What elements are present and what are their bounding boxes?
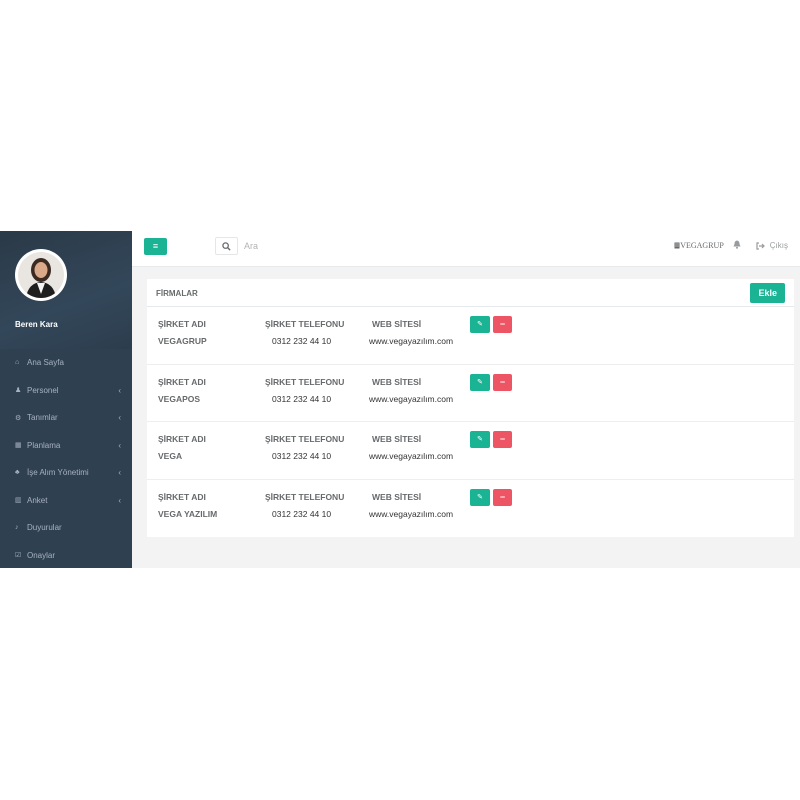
company-phone-label: ŞİRKET TELEFONU (265, 491, 345, 502)
company-name-value: VEGAPOS (158, 393, 201, 404)
table-row: ŞİRKET ADI ŞİRKET TELEFONU WEB SİTESİ VEGA … (147, 480, 794, 538)
company-web-value: www.vegayazılım.com (368, 336, 454, 346)
table-row: ŞİRKET ADI ŞİRKET TELEFONU WEB SİTESİ VEGAG… (147, 307, 794, 365)
minus-icon: − (499, 491, 506, 502)
delete-button[interactable]: − (493, 316, 512, 333)
company-web-value: www.vegayazılım.com (368, 508, 454, 519)
profile-header: Beren Kara (0, 231, 132, 349)
sidebar: Beren Kara ⌂ Ana Sayfa ♟ Personel ‹ ⚙ Tanımlar… (0, 231, 132, 568)
search-button[interactable] (215, 237, 238, 255)
company-name-value: VEGA YAZILIM (158, 508, 218, 519)
edit-button[interactable]: ✎ (470, 373, 490, 391)
company-web-label: WEB SİTESİ (372, 376, 422, 387)
company-name-value: VEGAGRUP (158, 336, 207, 346)
company-list: ŞİRKET ADI ŞİRKET TELEFONU WEB SİTESİ VEGAG… (147, 307, 794, 537)
company-selector[interactable]: VEGAGRUP (674, 241, 724, 250)
company-phone-value: 0312 232 44 10 (272, 451, 332, 461)
chevron-left-icon: ‹ (118, 440, 121, 450)
logout-label: Çıkış (769, 241, 788, 250)
sidebar-item-duyurular[interactable]: ♪ Duyurular (0, 514, 132, 542)
company-web-value: www.vegayazılım.com (368, 393, 454, 404)
sidebar-item-label: Tanımlar (27, 413, 58, 423)
chevron-left-icon: ‹ (118, 413, 121, 423)
sidebar-item-onaylar[interactable]: ☑ Onaylar (0, 542, 132, 570)
sidebar-item-label: İşe Alım Yönetimi (27, 468, 89, 478)
home-icon: ⌂ (15, 359, 20, 367)
company-name: VEGAGRUP (680, 241, 724, 250)
company-phone-label: ŞİRKET TELEFONU (265, 434, 345, 444)
panel-header: FİRMALAR Ekle (147, 279, 794, 307)
delete-button[interactable]: − (493, 431, 512, 448)
top-navbar: ≡ VEGAGRUP Çıkış (132, 231, 800, 267)
main-content: ≡ VEGAGRUP Çıkış (132, 231, 800, 568)
topbar-right: VEGAGRUP Çıkış (674, 240, 788, 251)
company-phone-label: ŞİRKET TELEFONU (265, 376, 345, 387)
sidebar-item-tanımlar[interactable]: ⚙ Tanımlar ‹ (0, 404, 132, 432)
company-name-label: ŞİRKET ADI (158, 319, 206, 329)
bar-chart-icon: ▥ (15, 497, 22, 505)
sidebar-item-label: Onaylar (27, 550, 56, 560)
sidebar-item-label: Ana Sayfa (27, 358, 64, 368)
company-phone-value: 0312 232 44 10 (272, 508, 332, 519)
users-icon: ♟ (15, 387, 22, 395)
minus-icon: − (499, 376, 506, 387)
calendar-icon: ▦ (15, 442, 22, 450)
bell-icon: ♪ (15, 524, 19, 532)
menu-toggle-button[interactable]: ≡ (144, 238, 167, 255)
sidebar-item-label: Anket (27, 495, 48, 505)
edit-icon: ✎ (477, 378, 483, 386)
sidebar-item-label: Personel (27, 385, 59, 395)
minus-icon: − (499, 434, 506, 444)
sidebar-nav: ⌂ Ana Sayfa ♟ Personel ‹ ⚙ Tanımlar ‹ ▦ Planlama ‹… (0, 349, 132, 569)
edit-icon: ✎ (477, 436, 483, 443)
company-name-value: VEGA (158, 451, 183, 461)
search-icon (222, 242, 231, 251)
company-name-label: ŞİRKET ADI (158, 376, 206, 387)
sidebar-item-personel[interactable]: ♟ Personel ‹ (0, 377, 132, 405)
delete-button[interactable]: − (493, 488, 512, 506)
chevron-left-icon: ‹ (118, 495, 121, 505)
people-group-icon: ♣ (15, 469, 20, 477)
company-web-value: www.vegayazılım.com (368, 451, 454, 461)
chevron-left-icon: ‹ (118, 385, 121, 395)
edit-button[interactable]: ✎ (470, 431, 490, 448)
edit-button[interactable]: ✎ (470, 488, 490, 506)
logout-link[interactable]: Çıkış (756, 241, 788, 250)
edit-icon: ✎ (477, 493, 483, 501)
hamburger-icon: ≡ (152, 241, 159, 251)
delete-button[interactable]: − (493, 373, 512, 391)
companies-panel: FİRMALAR Ekle ŞİRKET ADI ŞİRKET TELEFONU W… (147, 279, 794, 537)
table-row: ŞİRKET ADI ŞİRKET TELEFONU WEB SİTESİ VEGA 0… (147, 422, 794, 480)
notifications-bell-icon[interactable] (733, 240, 741, 251)
edit-icon: ✎ (477, 321, 483, 328)
sidebar-item-label: Duyurular (27, 523, 62, 533)
check-square-icon: ☑ (15, 552, 22, 560)
company-name-label: ŞİRKET ADI (158, 491, 206, 502)
sidebar-item-i̇şe-alım-yönetimi[interactable]: ♣ İşe Alım Yönetimi ‹ (0, 459, 132, 487)
avatar-photo (18, 252, 64, 298)
table-row: ŞİRKET ADI ŞİRKET TELEFONU WEB SİTESİ VEGAP… (147, 365, 794, 422)
company-phone-label: ŞİRKET TELEFONU (265, 319, 345, 329)
company-web-label: WEB SİTESİ (372, 434, 422, 444)
company-name-label: ŞİRKET ADI (158, 434, 206, 444)
sidebar-item-anket[interactable]: ▥ Anket ‹ (0, 487, 132, 515)
edit-button[interactable]: ✎ (470, 316, 490, 333)
company-phone-value: 0312 232 44 10 (272, 393, 332, 404)
company-web-label: WEB SİTESİ (372, 319, 422, 329)
company-phone-value: 0312 232 44 10 (272, 336, 332, 346)
company-web-label: WEB SİTESİ (372, 491, 422, 502)
sidebar-item-label: Planlama (27, 440, 61, 450)
panel-title: FİRMALAR (156, 289, 198, 298)
chevron-left-icon: ‹ (118, 468, 121, 478)
search-input[interactable] (244, 237, 444, 255)
profile-name: Beren Kara (15, 320, 58, 329)
sign-out-icon (756, 241, 765, 250)
minus-icon: − (499, 319, 506, 329)
add-button[interactable]: Ekle (750, 283, 785, 303)
avatar[interactable] (15, 249, 67, 301)
sidebar-item-planlama[interactable]: ▦ Planlama ‹ (0, 432, 132, 460)
sidebar-item-ana-sayfa[interactable]: ⌂ Ana Sayfa (0, 349, 132, 377)
gear-icon: ⚙ (15, 414, 22, 422)
app-shell: Beren Kara ⌂ Ana Sayfa ♟ Personel ‹ ⚙ Tanımlar… (0, 231, 800, 568)
